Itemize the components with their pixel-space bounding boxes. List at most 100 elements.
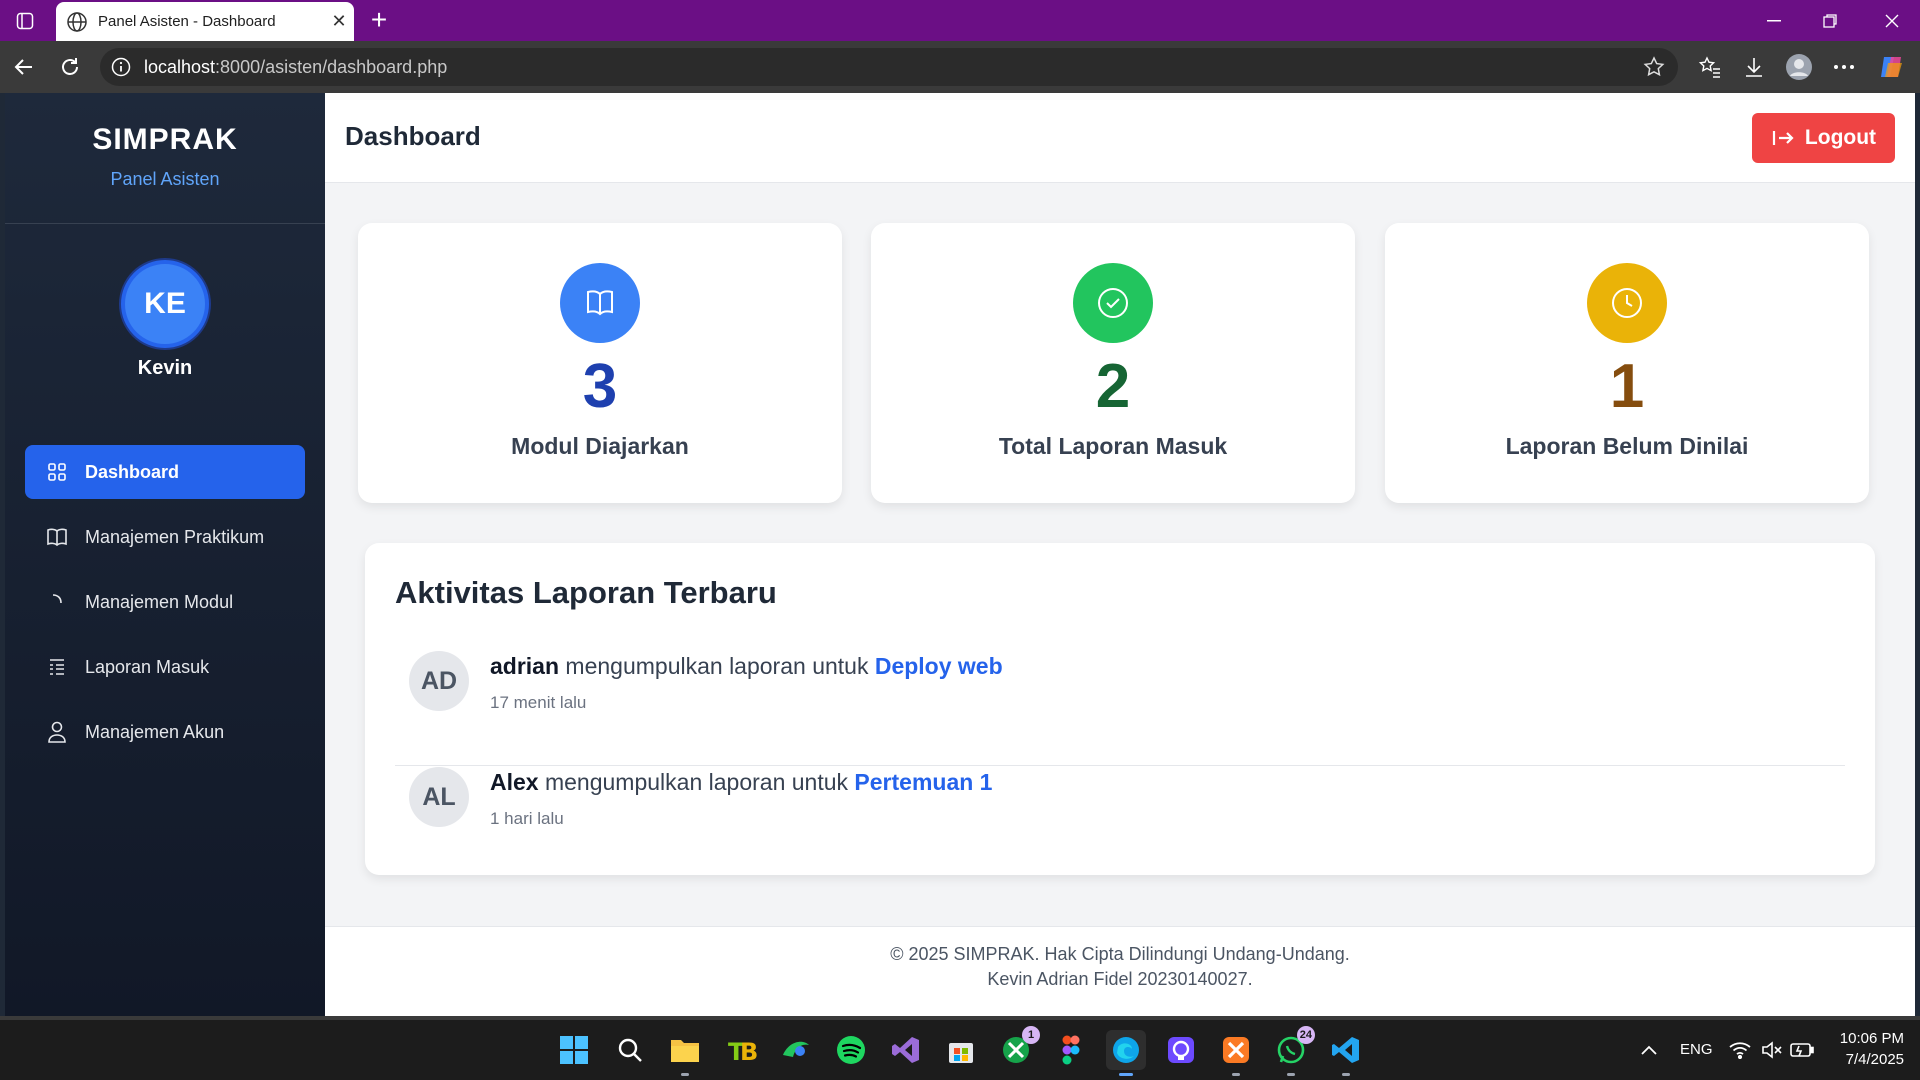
activity-user: Alex	[490, 769, 539, 795]
stat-label: Laporan Belum Dinilai	[1505, 433, 1749, 459]
page-title: Dashboard	[345, 121, 481, 151]
activity-action: mengumpulkan laporan untuk	[559, 653, 875, 679]
notification-badge: 1	[1022, 1026, 1040, 1044]
figma-icon[interactable]	[1051, 1030, 1091, 1070]
stat-value: 3	[582, 352, 618, 421]
copilot-icon[interactable]	[1878, 53, 1906, 81]
tb-app-icon[interactable]: TB	[722, 1030, 762, 1070]
download-icon[interactable]	[1740, 53, 1768, 81]
svg-text:B: B	[740, 1038, 758, 1065]
corner-icon	[45, 590, 69, 614]
brand-block: SIMPRAK Panel Asisten	[5, 93, 325, 224]
globe-icon	[66, 11, 88, 33]
notification-badge: 24	[1296, 1026, 1315, 1044]
url-path: :8000/asisten/dashboard.php	[215, 56, 448, 77]
stat-value: 2	[1095, 352, 1131, 421]
taskbar: TB 1 24 ENG 10:06 PM 7/4/2025	[0, 1020, 1920, 1080]
running-indicator	[681, 1073, 689, 1076]
brand-name: SIMPRAK	[92, 123, 238, 156]
more-options-icon[interactable]	[1830, 53, 1858, 81]
visual-studio-icon[interactable]	[886, 1030, 926, 1070]
sidebar: SIMPRAK Panel Asisten KE Kevin Dashboard…	[5, 93, 325, 1016]
list-icon	[45, 655, 69, 679]
stat-card-belum-dinilai: 1 Laporan Belum Dinilai	[1385, 223, 1869, 503]
refresh-icon[interactable]	[54, 51, 86, 83]
clock-date[interactable]: 7/4/2025	[1832, 1051, 1904, 1068]
sidebar-item-laporan-masuk[interactable]: Laporan Masuk	[25, 640, 305, 694]
sidebar-item-manajemen-modul[interactable]: Manajemen Modul	[25, 575, 305, 629]
page-footer: © 2025 SIMPRAK. Hak Cipta Dilindungi Und…	[325, 926, 1915, 1016]
browser-tab[interactable]: Panel Asisten - Dashboard ✕	[56, 2, 354, 41]
book-icon	[45, 525, 69, 549]
address-bar[interactable]: localhost:8000/asisten/dashboard.php	[100, 48, 1678, 86]
brand-subtitle: Panel Asisten	[110, 169, 220, 189]
whatsapp-icon[interactable]: 24	[1271, 1026, 1315, 1076]
sidebar-item-label: Laporan Masuk	[85, 656, 210, 677]
logout-button[interactable]: Logout	[1752, 113, 1895, 163]
restore-icon[interactable]	[1802, 0, 1858, 41]
activity-module-link[interactable]: Pertemuan 1	[854, 769, 992, 795]
activity-text: Alex mengumpulkan laporan untuk Pertemua…	[490, 769, 992, 796]
language-indicator[interactable]: ENG	[1680, 1041, 1713, 1058]
profile-icon[interactable]	[1785, 53, 1813, 81]
activity-user: adrian	[490, 653, 560, 679]
activity-avatar: AD	[409, 651, 469, 711]
activity-title: Aktivitas Laporan Terbaru	[395, 575, 777, 610]
sidebar-item-label: Dashboard	[85, 461, 180, 482]
edge-icon[interactable]	[1106, 1030, 1146, 1076]
vscode-icon[interactable]	[1326, 1030, 1366, 1076]
activity-row: AD adrian mengumpulkan laporan untuk Dep…	[395, 651, 1845, 766]
microsoft-store-icon[interactable]	[941, 1030, 981, 1070]
spotify-icon[interactable]	[831, 1030, 871, 1070]
activity-action: mengumpulkan laporan untuk	[538, 769, 855, 795]
close-window-icon[interactable]	[1864, 0, 1920, 41]
clock-time[interactable]: 10:06 PM	[1832, 1030, 1904, 1047]
activity-panel: Aktivitas Laporan Terbaru AD adrian meng…	[365, 543, 1875, 875]
app-icon[interactable]	[776, 1030, 816, 1070]
tab-title: Panel Asisten - Dashboard	[98, 13, 276, 30]
favorite-star-icon[interactable]	[1642, 55, 1666, 79]
clock-icon	[1587, 263, 1667, 343]
sidebar-item-label: Manajemen Akun	[85, 721, 225, 742]
wifi-icon[interactable]	[1722, 1030, 1758, 1070]
activity-module-link[interactable]: Deploy web	[875, 653, 1003, 679]
site-info-icon[interactable]	[110, 56, 132, 78]
logout-icon	[1771, 126, 1795, 150]
close-tab-icon[interactable]: ✕	[324, 11, 354, 32]
running-indicator	[1232, 1073, 1240, 1076]
xbox-icon[interactable]: 1	[996, 1026, 1040, 1070]
favorites-icon[interactable]	[1696, 53, 1724, 81]
sidebar-item-dashboard[interactable]: Dashboard	[25, 445, 305, 499]
browser-titlebar: Panel Asisten - Dashboard ✕ +	[0, 0, 1920, 41]
activity-time: 1 hari lalu	[490, 809, 564, 828]
page-header: Dashboard Logout	[325, 93, 1915, 183]
logout-label: Logout	[1804, 126, 1877, 149]
url-host: localhost	[144, 56, 216, 77]
xampp-icon[interactable]	[1216, 1030, 1256, 1076]
stat-label: Modul Diajarkan	[511, 433, 689, 459]
running-indicator	[1287, 1073, 1295, 1076]
sidebar-toggle-icon[interactable]	[12, 8, 38, 34]
browser-toolbar: localhost:8000/asisten/dashboard.php	[0, 41, 1920, 93]
user-name: Kevin	[137, 357, 193, 379]
user-icon	[45, 720, 69, 744]
sidebar-item-manajemen-praktikum[interactable]: Manajemen Praktikum	[25, 510, 305, 564]
page-viewport: SIMPRAK Panel Asisten KE Kevin Dashboard…	[5, 93, 1915, 1016]
chevron-up-icon[interactable]	[1629, 1030, 1669, 1070]
activity-time: 17 menit lalu	[490, 693, 587, 712]
footer-author: Kevin Adrian Fidel 20230140027.	[987, 969, 1253, 989]
search-icon[interactable]	[610, 1030, 650, 1070]
sidebar-item-manajemen-akun[interactable]: Manajemen Akun	[25, 705, 305, 759]
file-explorer-icon[interactable]	[665, 1030, 705, 1076]
battery-icon[interactable]	[1784, 1030, 1820, 1070]
footer-copyright: © 2025 SIMPRAK. Hak Cipta Dilindungi Und…	[890, 944, 1350, 964]
minimize-icon[interactable]	[1746, 0, 1802, 41]
proton-icon[interactable]	[1161, 1030, 1201, 1070]
windows-start-icon[interactable]	[554, 1030, 594, 1070]
activity-avatar: AL	[409, 767, 469, 827]
stat-value: 1	[1609, 352, 1645, 421]
sidebar-item-label: Manajemen Modul	[85, 591, 234, 612]
grid-icon	[45, 460, 69, 484]
back-arrow-icon[interactable]	[8, 51, 40, 83]
new-tab-button[interactable]: +	[364, 6, 394, 36]
